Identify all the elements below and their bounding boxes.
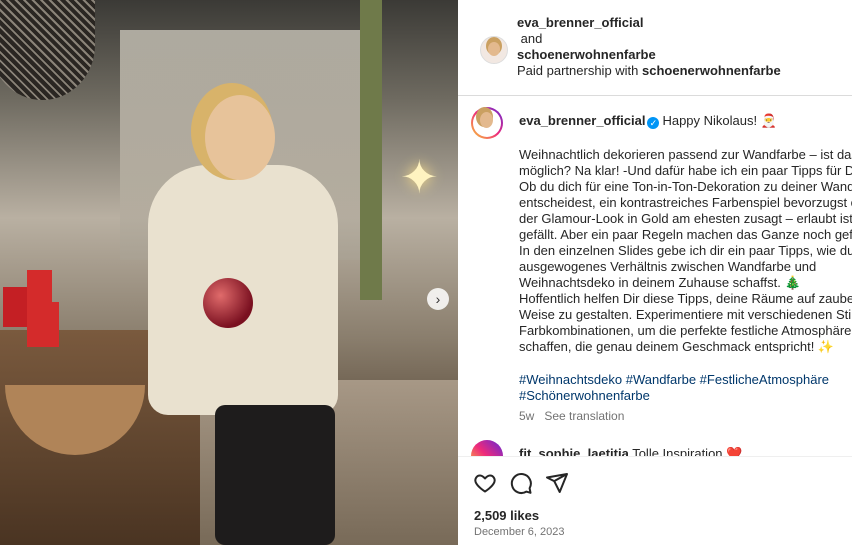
red-candle xyxy=(27,270,52,305)
red-candle xyxy=(27,302,59,347)
chevron-right-icon: › xyxy=(435,291,441,307)
caption-line: Weihnachtlich dekorieren passend zur Wan… xyxy=(519,147,852,162)
caption-line: Farbkombinationen, um die perfekte festl… xyxy=(519,323,852,338)
author-avatar[interactable] xyxy=(480,36,508,64)
hashtags: #Weihnachtsdeko #Wandfarbe #FestlicheAtm… xyxy=(519,372,829,404)
caption-line: möglich? Na klar! -Und dafür habe ich ei… xyxy=(519,163,852,178)
post-header: eva_brenner_official and schoenerwohnenf… xyxy=(458,0,852,96)
caption-line: schaffen, die genau deinem Geschmack ent… xyxy=(519,339,835,354)
connector-text: and xyxy=(520,31,543,46)
paid-partnership-label: Paid partnership with xyxy=(517,63,639,78)
author-username[interactable]: eva_brenner_official xyxy=(517,15,781,31)
header-text: eva_brenner_official and schoenerwohnenf… xyxy=(517,15,781,79)
paid-partner-link[interactable]: schoenerwohnenfarbe xyxy=(642,63,781,78)
caption-line: Weihnachtsdeko in deinem Zuhause schaffs… xyxy=(519,275,801,290)
comment-row: fit_sophie_laetitia Tolle Inspiration ❤️ xyxy=(519,446,742,456)
black-leather-pants xyxy=(215,405,335,545)
caption-line: ausgewogenes Verhältnis zwischen Wandfar… xyxy=(519,259,817,274)
red-candle xyxy=(3,287,27,327)
comment-text: Tolle Inspiration ❤️ xyxy=(632,446,743,456)
woman-head xyxy=(205,95,275,180)
coauthor-username[interactable]: schoenerwohnenfarbe xyxy=(517,47,781,63)
caption-line: der Glamour-Look in Gold am ehesten zusa… xyxy=(519,211,852,226)
heart-icon[interactable] xyxy=(473,471,497,495)
caption-line: entscheidest, ein kontrastreiches Farben… xyxy=(519,195,852,210)
caption-line: Ob du dich für eine Ton-in-Ton-Dekoratio… xyxy=(519,179,852,194)
caption-username[interactable]: eva_brenner_official xyxy=(519,113,645,128)
hashtag-line[interactable]: #Weihnachtsdeko #Wandfarbe #FestlicheAtm… xyxy=(519,372,829,388)
action-bar: 2,509 likes December 6, 2023 xyxy=(458,456,852,547)
post-age[interactable]: 5w xyxy=(519,409,534,423)
hashtag-line[interactable]: #Schönerwohnenfarbe xyxy=(519,388,829,404)
caption-avatar[interactable] xyxy=(471,107,503,139)
caption-header: eva_brenner_official ✓ Happy Nikolaus! 🎅 xyxy=(519,113,777,129)
post-image[interactable]: ✦ › xyxy=(0,0,458,545)
post-date[interactable]: December 6, 2023 xyxy=(474,526,565,538)
comment-icon[interactable] xyxy=(509,471,533,495)
caption-line: Weise zu gestalten. Experimentiere mit v… xyxy=(519,307,852,322)
post-side-panel: eva_brenner_official and schoenerwohnenf… xyxy=(458,0,852,547)
comment-username[interactable]: fit_sophie_laetitia xyxy=(519,446,629,456)
caption-body: Weihnachtlich dekorieren passend zur Wan… xyxy=(519,147,852,355)
verified-icon: ✓ xyxy=(647,117,660,129)
green-pillar xyxy=(360,0,382,300)
caption-line: Hoffentlich helfen Dir diese Tipps, dein… xyxy=(519,291,852,306)
caption-section: eva_brenner_official ✓ Happy Nikolaus! 🎅 W… xyxy=(458,96,852,440)
rattan-lamp xyxy=(0,0,95,100)
share-icon[interactable] xyxy=(545,471,569,495)
next-slide-button[interactable]: › xyxy=(427,288,449,310)
see-translation-link[interactable]: See translation xyxy=(544,409,624,423)
caption-line: In den einzelnen Slides gebe ich dir ein… xyxy=(519,243,852,258)
like-count[interactable]: 2,509 likes xyxy=(474,508,539,523)
red-ornament-ball xyxy=(203,278,253,328)
caption-meta: 5w See translation xyxy=(519,409,624,423)
star-lantern-icon: ✦ xyxy=(400,151,439,203)
caption-line: gefällt. Aber ein paar Regeln machen das… xyxy=(519,227,852,242)
caption-headline: Happy Nikolaus! 🎅 xyxy=(662,113,777,128)
